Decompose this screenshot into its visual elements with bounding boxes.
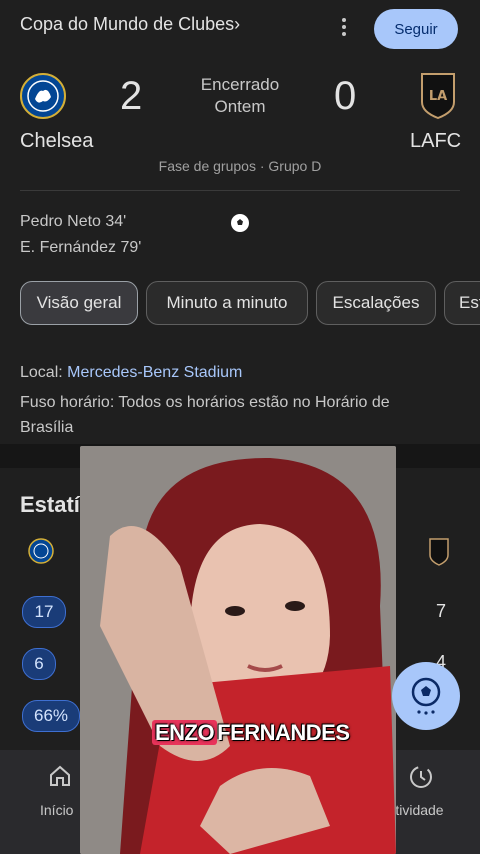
home-score: 2 (120, 74, 143, 118)
stat-away-value: 7 (436, 601, 447, 621)
lafc-crest: LA (418, 72, 458, 125)
tab-minute-by-minute[interactable]: Minuto a minuto (146, 281, 308, 325)
caption-text: FERNANDES (217, 720, 350, 745)
venue-label: Local: (20, 364, 63, 381)
scorer-item: E. Fernández 79' (20, 239, 142, 256)
match-stage: Fase de grupos · Grupo D (158, 158, 322, 174)
match-date: Ontem (214, 97, 266, 116)
match-status: Encerrado (200, 75, 280, 94)
competition-link[interactable]: Copa do Mundo de Clubes› (20, 14, 240, 35)
competition-name: Copa do Mundo de Clubes (20, 14, 235, 34)
follow-button[interactable]: Seguir (374, 9, 458, 49)
video-overlay[interactable] (80, 446, 396, 854)
chelsea-crest (20, 73, 66, 124)
caption-highlight: ENZO (152, 720, 218, 745)
stat-home-value: 66% (22, 700, 80, 732)
timezone-label: Fuso horário: (20, 394, 115, 411)
scorer-item: Pedro Neto 34' (20, 213, 127, 230)
divider (20, 190, 460, 191)
video-caption: ENZO FERNANDES (152, 720, 350, 746)
person-video-frame (80, 446, 396, 854)
nav-home-label[interactable]: Início (40, 802, 73, 818)
stat-home-value: 6 (22, 648, 56, 680)
more-options-icon[interactable] (334, 14, 354, 40)
activity-icon[interactable] (408, 764, 434, 795)
lafc-small-crest (428, 538, 450, 571)
venue-link[interactable]: Mercedes-Benz Stadium (67, 364, 242, 381)
stat-home-value: 17 (22, 596, 66, 628)
away-team-name: LAFC (410, 130, 462, 152)
svg-text:LA: LA (429, 89, 447, 104)
home-icon[interactable] (48, 764, 72, 793)
tab-stats[interactable]: Est (444, 281, 480, 325)
venue-row: Local: Mercedes-Benz Stadium (20, 360, 242, 385)
tab-lineups[interactable]: Escalações (316, 281, 436, 325)
tab-overview[interactable]: Visão geral (20, 281, 138, 325)
timezone-row: Fuso horário: Todos os horários estão no… (20, 390, 440, 440)
chelsea-small-crest (28, 538, 54, 569)
soccer-ball-icon (411, 677, 441, 715)
home-team-name: Chelsea (20, 130, 94, 152)
soccer-ball-icon (230, 213, 250, 238)
match-fab-button[interactable] (392, 662, 460, 730)
chevron-right-icon: › (234, 14, 241, 34)
away-score: 0 (334, 74, 357, 118)
